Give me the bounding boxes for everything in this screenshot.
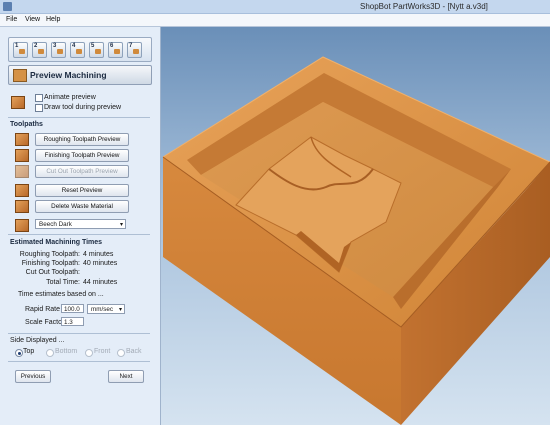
animate-preview-label: Animate preview [44,94,96,101]
roughing-preview-button[interactable]: Roughing Toolpath Preview [35,133,129,146]
preview-machining-panel: 1 2 3 4 5 6 7 Preview Machining Animate … [0,27,161,425]
time-value: 44 minutes [83,279,118,286]
toolpaths-heading: Toolpaths [10,121,43,128]
next-button[interactable]: Next [108,370,144,383]
time-label: Roughing Toolpath: [19,251,80,258]
side-displayed-heading: Side Displayed ... [10,337,65,344]
material-value: Beech Dark [39,221,72,228]
cutout-toolpath-icon [15,165,29,178]
divider [8,117,150,118]
divider [8,234,150,235]
step-number: 2 [34,43,38,49]
estimates-note: Time estimates based on ... [18,291,104,298]
delete-waste-button[interactable]: Delete Waste Material [35,200,129,213]
material-select[interactable]: Beech Dark ▾ [35,219,126,229]
time-label: Cut Out Toolpath: [25,269,80,276]
time-row: Cut Out Toolpath: [20,269,140,278]
machining-times-heading: Estimated Machining Times [10,239,103,246]
time-label: Total Time: [46,279,80,286]
material-icon [15,219,29,232]
rapid-rate-unit-select[interactable]: mm/sec ▾ [87,304,125,314]
side-front-radio[interactable] [85,349,93,357]
wood-block-icon [38,49,44,54]
time-row: Roughing Toolpath: 4 minutes [20,251,140,260]
step-2-button[interactable]: 2 [32,42,47,58]
machined-part-render [162,56,550,425]
chevron-down-icon: ▾ [119,222,123,228]
draw-tool-label: Draw tool during preview [44,104,122,111]
menu-bar: File View Help [0,14,550,27]
roughing-toolpath-icon [15,133,29,146]
step-number: 4 [72,43,76,49]
draw-tool-checkbox[interactable] [35,104,43,112]
previous-button[interactable]: Previous [15,370,51,383]
wood-block-icon [57,49,63,54]
time-row: Finishing Toolpath: 40 minutes [20,260,140,269]
divider [8,361,150,362]
wood-block-icon [133,49,139,54]
step-5-button[interactable]: 5 [89,42,104,58]
animate-preview-checkbox[interactable] [35,94,43,102]
rapid-rate-input[interactable]: 100.0 [61,304,84,313]
wood-block-icon [11,96,25,109]
finishing-toolpath-icon [15,149,29,162]
step-number: 3 [53,43,57,49]
side-back-label: Back [126,348,142,355]
divider [8,333,150,334]
page-title: Preview Machining [30,70,107,80]
step-number: 7 [129,43,133,49]
title-bar: ShopBot PartWorks3D - [Nytt a.v3d] [0,0,550,14]
step-number: 1 [15,43,19,49]
step-6-button[interactable]: 6 [108,42,123,58]
3d-preview-viewport[interactable] [161,27,550,425]
step-toolbar: 1 2 3 4 5 6 7 [8,37,152,62]
wood-block-icon [114,49,120,54]
reset-preview-button[interactable]: Reset Preview [35,184,129,197]
step-1-button[interactable]: 1 [13,42,28,58]
scale-factor-input[interactable]: 1.3 [61,317,84,326]
side-bottom-radio[interactable] [46,349,54,357]
time-value: 4 minutes [83,251,114,258]
step-3-button[interactable]: 3 [51,42,66,58]
time-label: Finishing Toolpath: [21,260,80,267]
app-icon [3,2,12,11]
menu-file[interactable]: File [6,16,17,23]
wood-block-icon [76,49,82,54]
preview-machining-header[interactable]: Preview Machining [8,65,152,85]
menu-view[interactable]: View [25,16,40,23]
menu-help[interactable]: Help [46,16,60,23]
side-top-radio[interactable] [15,349,23,357]
delete-waste-icon [15,200,29,213]
scale-factor-label: Scale Factor [25,319,65,326]
preview-machining-icon [13,69,27,82]
side-back-radio[interactable] [117,349,125,357]
step-4-button[interactable]: 4 [70,42,85,58]
step-number: 5 [91,43,95,49]
cutout-preview-button[interactable]: Cut Out Toolpath Preview [35,165,129,178]
side-bottom-label: Bottom [55,348,78,355]
unit-value: mm/sec [91,306,114,313]
side-front-label: Front [94,348,111,355]
rapid-rate-label: Rapid Rate [25,306,61,313]
finishing-preview-button[interactable]: Finishing Toolpath Preview [35,149,129,162]
chevron-down-icon: ▾ [118,307,122,313]
window-title: ShopBot PartWorks3D - [Nytt a.v3d] [360,2,488,11]
wood-block-icon [95,49,101,54]
side-top-label: Top [23,348,35,355]
step-7-button[interactable]: 7 [127,42,142,58]
time-row: Total Time: 44 minutes [20,279,140,288]
wood-block-icon [19,49,25,54]
reset-preview-icon [15,184,29,197]
time-value: 40 minutes [83,260,118,267]
step-number: 6 [110,43,114,49]
